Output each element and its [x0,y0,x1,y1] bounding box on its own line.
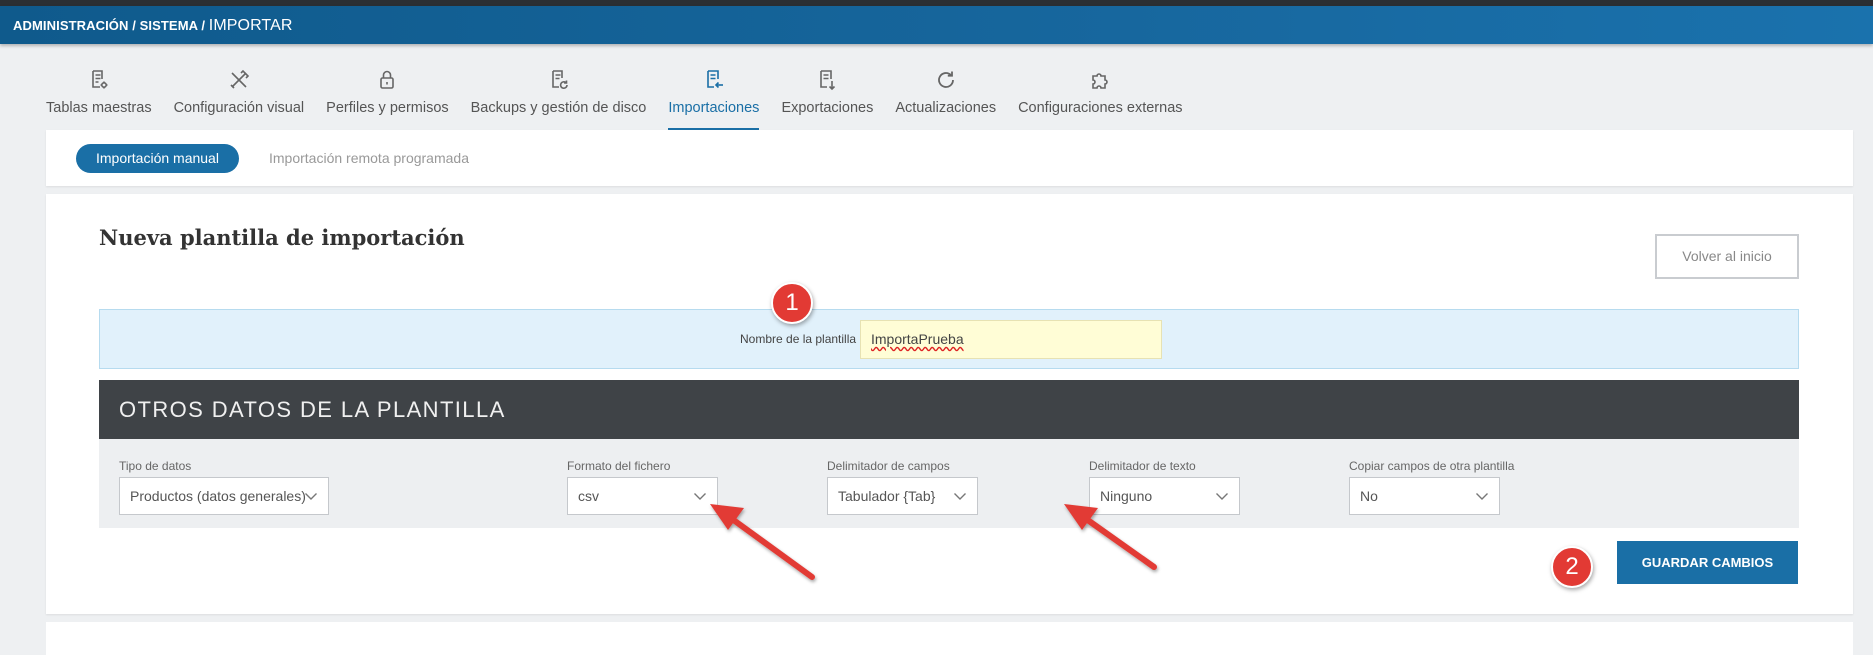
tab-perfiles-permisos[interactable]: Perfiles y permisos [315,64,459,128]
subtab-importacion-manual[interactable]: Importación manual [76,144,239,173]
delimitador-campos-select[interactable]: Tabulador {Tab} [827,477,978,515]
section-header: OTROS DATOS DE LA PLANTILLA [99,380,1799,439]
field-delimitador-texto: Delimitador de texto Ninguno [1089,459,1240,515]
tab-label: Tablas maestras [46,100,152,116]
breadcrumb: ADMINISTRACIÓN / SISTEMA / IMPORTAR [13,17,293,35]
select-value: Tabulador {Tab} [838,488,936,504]
field-label: Delimitador de texto [1089,459,1196,473]
subtab-importacion-remota[interactable]: Importación remota programada [269,150,469,166]
import-icon [707,70,723,89]
tab-label: Configuraciones externas [1018,100,1183,116]
chevron-down-icon [305,493,317,500]
tipo-datos-select[interactable]: Productos (datos generales) [119,477,329,515]
delimitador-texto-select[interactable]: Ninguno [1089,477,1240,515]
tab-tablas-maestras[interactable]: Tablas maestras [38,64,163,128]
subtabs-card: Importación manual Importación remota pr… [46,130,1853,186]
refresh-icon [937,71,954,88]
annotation-badge-2: 2 [1551,546,1593,588]
app-header: ADMINISTRACIÓN / SISTEMA / IMPORTAR [0,6,1873,44]
back-to-start-button[interactable]: Volver al inicio [1655,234,1799,279]
tab-configuracion-visual[interactable]: Configuración visual [163,64,316,128]
backup-icon [551,70,568,89]
tab-label: Configuración visual [173,100,305,116]
page-title: Nueva plantilla de importación [99,225,465,250]
table-settings-icon [91,70,108,89]
breadcrumb-current: IMPORTAR [208,17,293,34]
tab-backups[interactable]: Backups y gestión de disco [460,64,658,128]
tab-importaciones[interactable]: Importaciones [657,64,770,130]
field-delimitador-campos: Delimitador de campos Tabulador {Tab} [827,459,978,515]
tab-actualizaciones[interactable]: Actualizaciones [884,64,1007,128]
field-label: Tipo de datos [119,459,192,473]
template-options: Tipo de datos Productos (datos generales… [99,439,1799,528]
field-copiar-campos: Copiar campos de otra plantilla No [1349,459,1514,515]
field-label: Formato del fichero [567,459,671,473]
template-name-value: ImportaPrueba [871,331,964,347]
field-formato-fichero: Formato del fichero csv [567,459,718,515]
tab-label: Importaciones [668,100,760,116]
chevron-down-icon [694,493,706,500]
formato-fichero-select[interactable]: csv [567,477,718,515]
field-label: Copiar campos de otra plantilla [1349,459,1515,473]
template-name-label: Nombre de la plantilla [740,332,857,346]
field-label: Delimitador de campos [827,459,950,473]
tools-icon [230,69,249,89]
select-value: Productos (datos generales) [130,488,306,504]
tab-label: Backups y gestión de disco [470,100,647,116]
tab-label: Exportaciones [781,100,874,116]
breadcrumb-path[interactable]: ADMINISTRACIÓN / SISTEMA / [13,18,209,33]
section-title: OTROS DATOS DE LA PLANTILLA [119,397,506,422]
module-tabs: Tablas maestras Configuración visual Per… [38,64,1194,134]
tab-configuraciones-externas[interactable]: Configuraciones externas [1007,64,1193,128]
lock-icon [380,70,395,89]
export-icon [820,70,836,91]
chevron-down-icon [1216,493,1228,500]
tab-label: Actualizaciones [895,100,997,116]
chevron-down-icon [954,493,966,500]
tab-exportaciones[interactable]: Exportaciones [770,64,884,128]
field-tipo-datos: Tipo de datos Productos (datos generales… [119,459,329,515]
select-value: No [1360,488,1378,504]
next-card [46,622,1853,655]
puzzle-icon [1092,73,1109,89]
select-value: csv [578,488,599,504]
save-changes-button[interactable]: GUARDAR CAMBIOS [1617,541,1798,584]
template-name-bar: Nombre de la plantilla ImportaPrueba [99,309,1799,369]
tab-label: Perfiles y permisos [326,100,449,116]
chevron-down-icon [1476,493,1488,500]
annotation-badge-1: 1 [771,282,813,324]
select-value: Ninguno [1100,488,1153,504]
template-name-input[interactable]: ImportaPrueba [860,320,1162,359]
copiar-campos-select[interactable]: No [1349,477,1500,515]
